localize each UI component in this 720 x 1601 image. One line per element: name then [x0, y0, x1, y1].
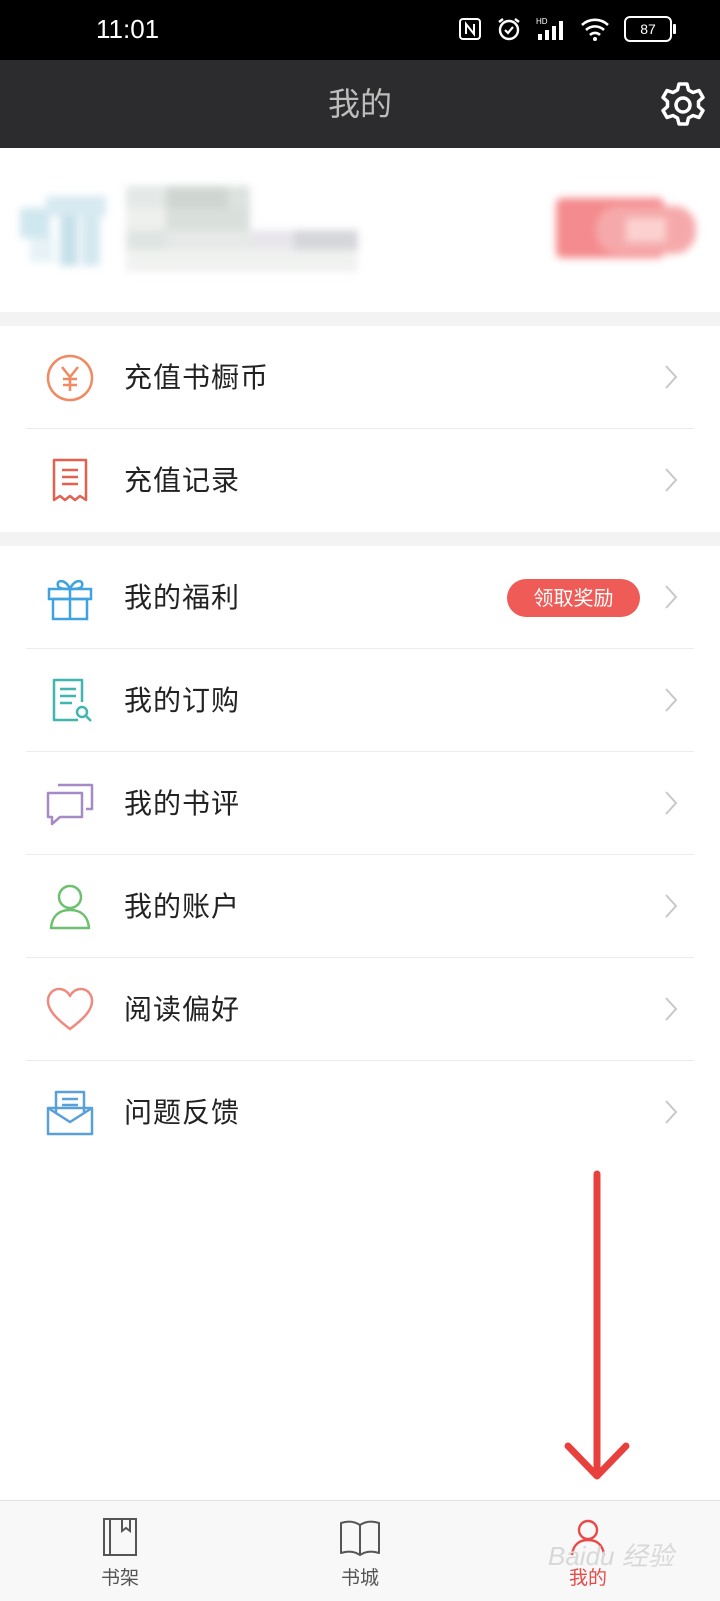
member-badge[interactable] — [556, 192, 704, 264]
section-gap — [0, 532, 720, 546]
nav-label: 书城 — [340, 1567, 379, 1589]
bookshelf-icon — [103, 1518, 137, 1556]
avatar — [20, 188, 110, 268]
menu-label: 问题反馈 — [124, 1096, 241, 1129]
menu-group-account: 我的福利 领取奖励 我的订购 我的书评 我的账户 阅读偏好 问题反馈 — [0, 546, 720, 1164]
chevron-right-icon — [665, 585, 678, 609]
menu-label: 我的订购 — [124, 684, 241, 717]
status-bar: 11:01 HD 87 — [0, 0, 720, 60]
settings-button[interactable] — [658, 80, 708, 130]
profile-header[interactable] — [0, 148, 720, 312]
menu-item-my-reviews[interactable]: 我的书评 — [0, 752, 720, 855]
nfc-icon — [459, 18, 481, 40]
menu-label: 我的书评 — [124, 787, 241, 820]
yen-coin-icon — [46, 354, 94, 402]
order-list-icon — [52, 678, 92, 722]
chevron-right-icon — [665, 894, 678, 918]
menu-item-my-orders[interactable]: 我的订购 — [0, 649, 720, 752]
section-gap — [0, 312, 720, 326]
chevron-right-icon — [665, 791, 678, 815]
menu-label: 充值书橱币 — [124, 361, 270, 394]
menu-item-my-welfare[interactable]: 我的福利 领取奖励 — [0, 546, 720, 649]
chevron-right-icon — [665, 688, 678, 712]
gift-icon — [47, 579, 93, 621]
hd-signal-icon: HD — [536, 17, 563, 40]
svg-text:HD: HD — [536, 17, 548, 26]
menu-label: 我的账户 — [124, 890, 241, 923]
user-icon — [49, 884, 91, 930]
alarm-icon — [498, 18, 520, 41]
nav-item-bookstore[interactable]: 书城 — [300, 1501, 420, 1601]
chevron-right-icon — [665, 997, 678, 1021]
menu-item-feedback[interactable]: 问题反馈 — [0, 1061, 720, 1164]
menu-item-recharge-records[interactable]: 充值记录 — [0, 429, 720, 532]
battery-icon: 87 — [624, 16, 676, 42]
baidu-watermark: Baidu 经验 — [548, 1541, 674, 1571]
chevron-right-icon — [665, 1100, 678, 1124]
chevron-right-icon — [665, 468, 678, 492]
nav-item-bookshelf[interactable]: 书架 — [60, 1501, 180, 1601]
menu-label: 充值记录 — [124, 464, 241, 497]
wifi-icon — [581, 18, 609, 41]
receipt-icon — [52, 458, 88, 502]
chevron-right-icon — [665, 365, 678, 389]
status-icons: HD 87 — [458, 14, 676, 44]
status-time: 11:01 — [96, 14, 160, 44]
heart-icon — [46, 987, 94, 1031]
title-bar: 我的 — [0, 60, 720, 148]
book-open-icon — [340, 1520, 380, 1556]
claim-reward-button[interactable]: 领取奖励 — [507, 579, 640, 617]
annotation-arrow-icon — [564, 1170, 630, 1480]
menu-label: 我的福利 — [124, 581, 241, 614]
menu-group-recharge: 充值书橱币 充值记录 — [0, 326, 720, 532]
nav-label: 书架 — [100, 1567, 139, 1589]
username — [126, 186, 358, 272]
battery-level: 87 — [640, 21, 656, 37]
menu-item-my-account[interactable]: 我的账户 — [0, 855, 720, 958]
feedback-mail-icon — [46, 1090, 94, 1136]
menu-item-reading-preferences[interactable]: 阅读偏好 — [0, 958, 720, 1061]
page-title: 我的 — [327, 85, 392, 123]
menu-label: 阅读偏好 — [124, 993, 241, 1026]
gear-icon — [661, 82, 705, 126]
comment-icon — [46, 783, 94, 826]
menu-item-recharge-coins[interactable]: 充值书橱币 — [0, 326, 720, 429]
